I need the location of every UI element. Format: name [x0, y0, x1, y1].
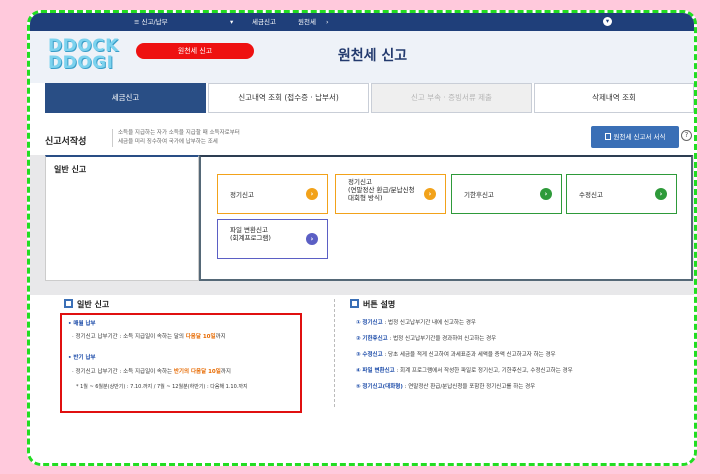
button-description-item: ④ 파일 변환신고 : 회계 프로그램에서 작성한 파일로 정기신고, 기한후신…	[356, 368, 573, 374]
square-bullet-icon	[350, 299, 359, 308]
logo: DDOCK DDOGI	[48, 36, 119, 73]
chevron-down-icon[interactable]: ▾	[230, 18, 233, 26]
button-description-item: ① 정기신고 : 법정 신고납부기간 내에 신고하는 경우	[356, 320, 476, 326]
half-year-payment-rule: · 정기신고 납부기간 : 소득 지급일이 속하는 반기의 다음달 10일까지	[72, 369, 231, 375]
half-year-payment-note: * 1월 ~ 6월분(상반기) : 7.10.까지 / 7월 ~ 12월분(하반…	[76, 384, 248, 390]
button-description-item: ③ 수정신고 : 당초 세금을 적게 신고하여 과세표준과 세액을 증액 신고하…	[356, 352, 556, 358]
arrow-right-icon: ›	[655, 188, 667, 200]
square-bullet-icon	[64, 299, 73, 308]
page-title: 원천세 신고	[337, 48, 408, 64]
form-template-button[interactable]: 원천세 신고서 서식	[591, 126, 679, 148]
filing-options-panel: 정기신고 › 정기신고 (연말정산 환급/분납신청 대회형 방식) › 기한후신…	[199, 155, 693, 281]
arrow-right-icon: ›	[424, 188, 436, 200]
tab-tax-filing[interactable]: 세금신고	[45, 83, 206, 113]
page-frame: ≡ 신고/납부 ▾ 세금신고 원천세 › ▾ DDOCK DDOGI 원천세 신…	[27, 10, 697, 466]
info-right-heading: 버튼 설명	[350, 299, 395, 310]
chevron-right-icon: ›	[326, 18, 329, 26]
breadcrumb-withholding[interactable]: 원천세	[298, 18, 316, 26]
button-description-item: ⑤ 정기신고(대화형) : 연말정산 환급/분납신청을 포함한 정기신고를 하는…	[356, 384, 536, 390]
normal-filing-title: 일반 신고	[54, 165, 87, 174]
interactive-regular-filing-card[interactable]: 정기신고 (연말정산 환급/분납신청 대회형 방식) ›	[335, 174, 446, 214]
arrow-right-icon: ›	[306, 188, 318, 200]
button-description-item: ② 기한후신고 : 법정 신고납부기간을 경과하여 신고하는 경우	[356, 336, 497, 342]
section-title: 신고서작성	[45, 137, 87, 147]
page-header: DDOCK DDOGI 원천세 신고 원천세 신고	[30, 31, 694, 83]
menu-button[interactable]: ≡ 신고/납부	[134, 18, 168, 26]
help-icon[interactable]: ?	[681, 130, 692, 141]
late-filing-card[interactable]: 기한후신고 ›	[451, 174, 562, 214]
arrow-right-icon: ›	[306, 233, 318, 245]
page-bottom	[30, 433, 694, 463]
section-description: 소득을 지급하는 자가 소득을 지급할 때 소득자로부터 세금을 미리 징수하여…	[112, 129, 240, 147]
title-badge: 원천세 신고	[136, 43, 254, 59]
breadcrumb-tax-filing[interactable]: 세금신고	[252, 18, 276, 26]
top-navigation: ≡ 신고/납부 ▾ 세금신고 원천세 › ▾	[30, 13, 694, 31]
tab-filing-history[interactable]: 신고내역 조회 (접수증 · 납부서)	[208, 83, 369, 113]
monthly-payment-rule: · 정기신고 납부기간 : 소득 지급일이 속하는 달의 다음달 10일까지	[72, 334, 226, 340]
normal-filing-panel: 일반 신고	[45, 155, 199, 281]
tab-deleted-history[interactable]: 삭제내역 조회	[534, 83, 694, 113]
tab-attachments[interactable]: 신고 부속 · 증빙서류 제출	[371, 83, 532, 113]
tab-bar: 세금신고 신고내역 조회 (접수증 · 납부서) 신고 부속 · 증빙서류 제출…	[45, 83, 694, 113]
amended-filing-card[interactable]: 수정신고 ›	[566, 174, 677, 214]
regular-filing-card[interactable]: 정기신고 ›	[217, 174, 328, 214]
file-conversion-filing-card[interactable]: 파일 변환신고 (회계프로그램) ›	[217, 219, 328, 259]
monthly-payment-title: • 매월 납부	[68, 321, 96, 327]
document-icon	[604, 133, 611, 140]
info-left-heading: 일반 신고	[64, 299, 109, 310]
info-divider	[334, 299, 335, 407]
highlight-box	[60, 313, 302, 413]
arrow-right-icon: ›	[540, 188, 552, 200]
dropdown-toggle-icon[interactable]: ▾	[603, 17, 612, 26]
half-year-payment-title: • 반기 납부	[68, 355, 96, 361]
